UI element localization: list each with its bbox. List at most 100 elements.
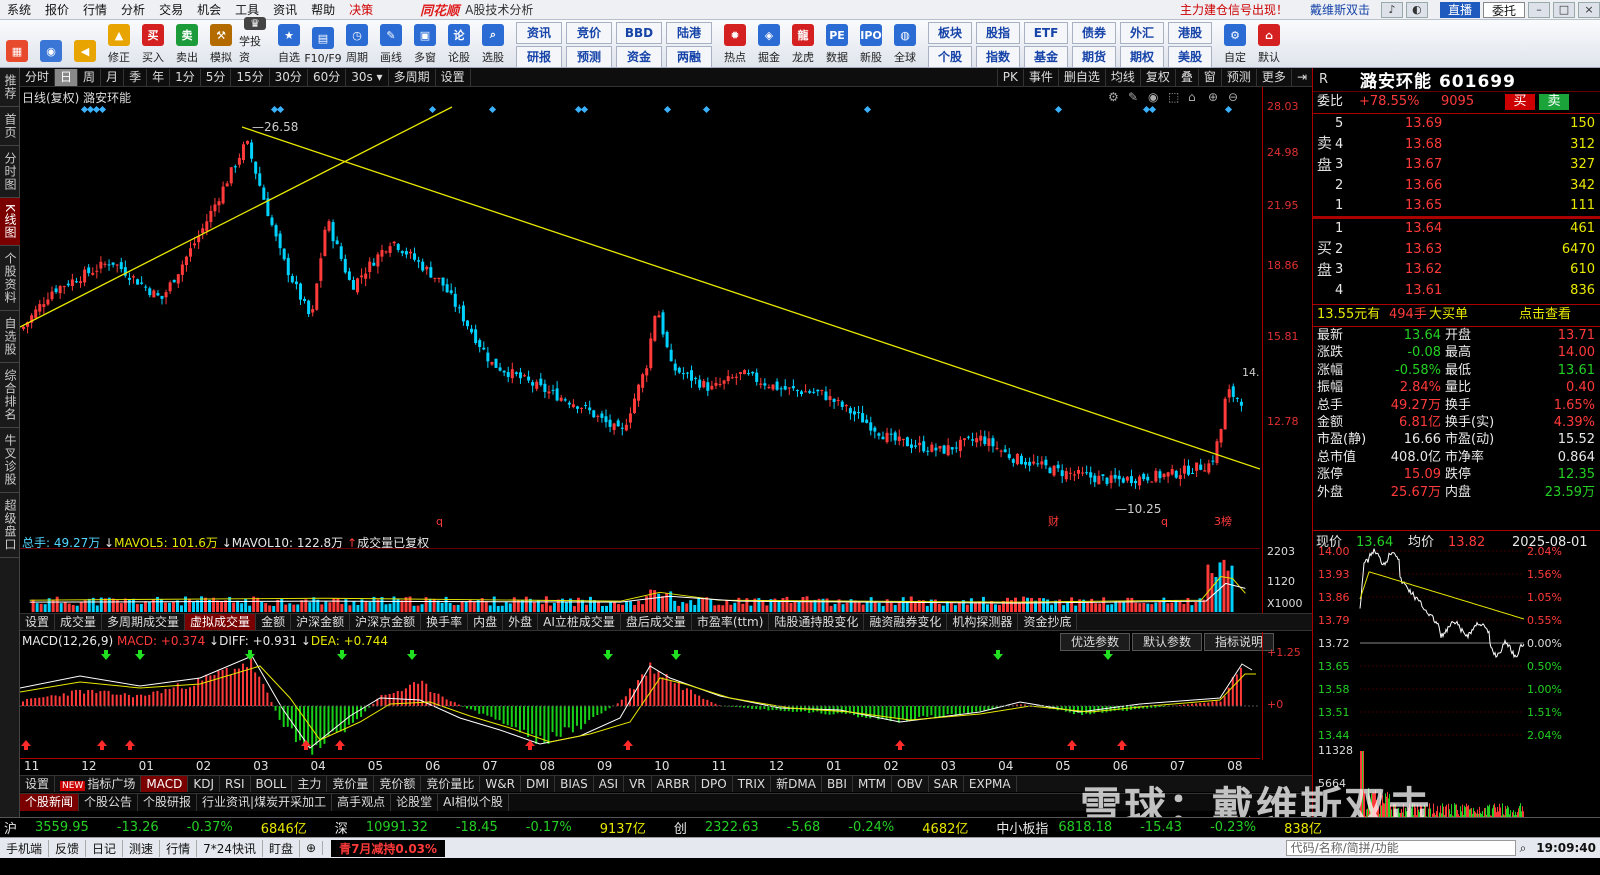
toolbar-grid-button[interactable]: ETF <box>1024 22 1068 44</box>
book-row[interactable]: 1 13.65 111 <box>1313 196 1600 216</box>
indicator-tab[interactable]: 内盘 <box>468 614 504 630</box>
indicator-item[interactable]: TRIX <box>733 776 772 792</box>
toolbar-hat-button[interactable]: ♛ 学投资 <box>239 17 271 67</box>
indicator-item[interactable]: SAR <box>929 776 964 792</box>
toolbar-discuss-button[interactable]: 论论股 <box>443 21 475 67</box>
toolbar-ipo-button[interactable]: IPO 新股 <box>855 21 887 67</box>
indicator-item[interactable]: KDJ <box>188 776 220 792</box>
period-tab[interactable]: 5分 <box>201 68 232 86</box>
indicator-tab[interactable]: 机构探测器 <box>947 614 1019 630</box>
book-row[interactable]: 5 13.69 150 <box>1313 114 1600 134</box>
bell-icon[interactable]: ♪ <box>1380 1 1403 18</box>
sidebar-item[interactable]: 自选股 <box>0 311 20 363</box>
indicator-tab[interactable]: 换手率 <box>421 614 469 630</box>
sidebar-item[interactable]: K线图 <box>0 198 20 246</box>
menu-item[interactable]: 行情 <box>76 1 114 18</box>
menu-item[interactable]: 工具 <box>228 1 266 18</box>
next-icon[interactable]: ⇥ <box>1290 68 1312 86</box>
indicator-item[interactable]: BOLL <box>251 776 293 792</box>
big-order-link[interactable]: 点击查看 <box>1519 305 1571 325</box>
chart-tool[interactable]: 更多 <box>1255 68 1291 86</box>
toolbar-up-arrow-button[interactable]: ▲ 修正 <box>103 21 135 67</box>
maximize-icon[interactable]: □ <box>1553 1 1575 18</box>
bottom-item[interactable]: 测速 <box>123 839 161 857</box>
menu-item[interactable]: 分析 <box>114 1 152 18</box>
sidebar-item[interactable]: 推荐 <box>0 68 20 107</box>
indicator-item[interactable]: 竞价量比 <box>421 776 481 792</box>
indicator-tab[interactable]: 金额 <box>256 614 292 630</box>
indicator-item[interactable]: BIAS <box>555 776 594 792</box>
indicator-item[interactable]: NEW 指标广场 <box>55 776 142 792</box>
bottom-item[interactable]: 盯盘 <box>263 839 300 857</box>
news-tab[interactable]: 个股公告 <box>79 794 139 811</box>
indicator-tab[interactable]: 陆股通持股变化 <box>769 614 865 630</box>
period-tab[interactable]: 多周期 <box>389 68 436 86</box>
toolbar-grid-button[interactable]: 陆港 <box>666 22 712 44</box>
bottom-item[interactable]: 手机端 <box>0 839 50 857</box>
close-icon[interactable]: × <box>1578 1 1600 18</box>
toolbar-globe-button[interactable]: ◍ 全球 <box>889 21 921 67</box>
period-tab[interactable]: 分时 <box>20 68 56 86</box>
menu-item[interactable]: 报价 <box>38 1 76 18</box>
book-row[interactable]: 2 13.66 342 <box>1313 176 1600 196</box>
period-tab[interactable]: 季 <box>124 68 148 86</box>
link-icon[interactable]: ⊕ <box>300 841 324 855</box>
sidebar-item[interactable]: 超级盘口 <box>0 493 20 558</box>
sidebar-item[interactable]: 综合排名 <box>0 363 20 428</box>
toolbar-grid-button[interactable]: 资讯 <box>516 22 562 44</box>
book-row[interactable]: 4 13.61 836 <box>1313 281 1600 301</box>
entrust-button[interactable]: 委托 <box>1482 1 1525 18</box>
indicator-item[interactable]: 主力 <box>292 776 328 792</box>
indicator-item[interactable]: BBI <box>822 776 853 792</box>
skin-icon[interactable]: ◐ <box>1405 1 1428 18</box>
chart-tool[interactable]: PK <box>996 68 1023 86</box>
toolbar-home-button[interactable]: ⌂ 默认 <box>1253 21 1285 67</box>
toolbar-hammer-button[interactable]: ⚒ 模拟 <box>205 21 237 67</box>
toolbar-fire-button[interactable]: ✹ 热点 <box>719 21 751 67</box>
chart-tool[interactable]: 窗 <box>1197 68 1221 86</box>
indicator-tab[interactable]: 虚拟成交量 <box>185 614 257 630</box>
indicator-tab[interactable]: 沪深京金额 <box>350 614 422 630</box>
search-icon[interactable]: ⌕ <box>1520 841 1527 856</box>
toolbar-grid-button[interactable]: 外汇 <box>1120 22 1164 44</box>
indicator-tab[interactable]: 设置 <box>20 614 56 630</box>
period-tab[interactable]: 30s ▾ <box>346 68 389 86</box>
menu-item[interactable]: 资讯 <box>266 1 304 18</box>
bottom-item[interactable]: 反馈 <box>49 839 87 857</box>
indicator-tab[interactable]: 外盘 <box>503 614 539 630</box>
bottom-item[interactable]: 7*24快讯 <box>197 839 263 857</box>
book-row[interactable]: 2 13.63 6470 <box>1313 240 1600 260</box>
book-row[interactable]: 3 13.67 327 <box>1313 155 1600 175</box>
toolbar-grid-button[interactable]: 板块 <box>928 22 972 44</box>
period-tab[interactable]: 60分 <box>308 68 347 86</box>
sidebar-item[interactable]: 个股资料 <box>0 246 20 311</box>
toolbar-grid-button[interactable]: 港股 <box>1168 22 1212 44</box>
indicator-item[interactable]: EXPMA <box>964 776 1017 792</box>
indicator-item[interactable]: RSI <box>220 776 251 792</box>
menu-item[interactable]: 机会 <box>190 1 228 18</box>
volume-chart[interactable] <box>20 548 1260 612</box>
macd-chart[interactable] <box>20 648 1260 758</box>
big-order-row[interactable]: 13.55元有 494手 大买单 点击查看 <box>1313 305 1600 325</box>
news-tab[interactable]: 论股堂 <box>391 794 439 811</box>
indicator-tab[interactable]: 资金抄底 <box>1018 614 1078 630</box>
indicator-tab[interactable]: 成交量 <box>55 614 103 630</box>
indicator-item[interactable]: OBV <box>892 776 929 792</box>
toolbar-grid-button[interactable]: 指数 <box>976 46 1020 68</box>
news-tab[interactable]: AI相似个股 <box>438 794 509 811</box>
chart-tool[interactable]: 均线 <box>1104 68 1140 86</box>
indicator-item[interactable]: 竞价额 <box>374 776 422 792</box>
toolbar-clock-button[interactable]: ◷ 周期 <box>341 21 373 67</box>
news-tab[interactable]: 个股新闻 <box>20 794 80 811</box>
toolbar-grid-button[interactable]: 期权 <box>1120 46 1164 68</box>
toolbar-document-button[interactable]: ▤ F10/F9 <box>304 21 342 67</box>
toolbar-grid-button[interactable]: 个股 <box>928 46 972 68</box>
indicator-item[interactable]: MACD <box>141 776 189 792</box>
toolbar-grid-button[interactable]: BBD <box>616 22 662 44</box>
period-tab[interactable]: 1分 <box>170 68 201 86</box>
toolbar-grid-button[interactable]: 基金 <box>1024 46 1068 68</box>
indicator-item[interactable]: DPO <box>696 776 733 792</box>
indicator-item[interactable]: W&R <box>480 776 521 792</box>
news-tab[interactable]: 高手观点 <box>332 794 392 811</box>
indicator-item[interactable]: 设置 <box>20 776 56 792</box>
